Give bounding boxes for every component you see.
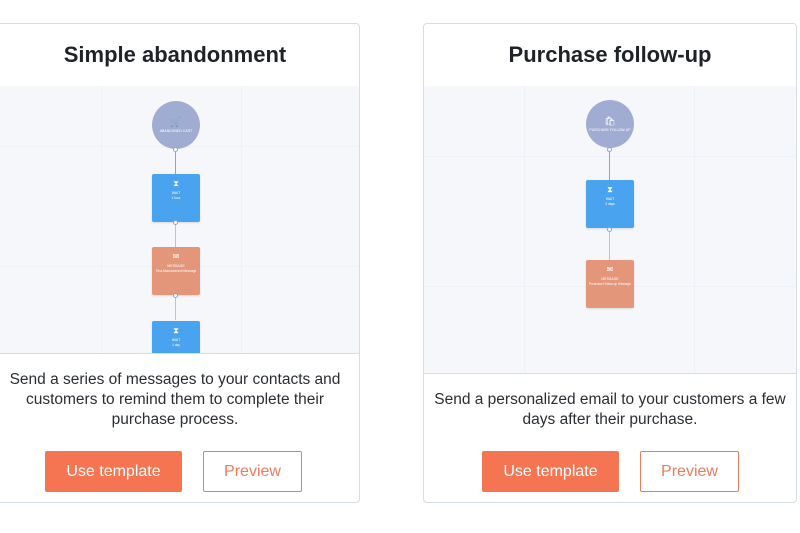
use-template-button[interactable]: Use template [45,451,182,492]
hourglass-icon: ⧗ [607,185,613,194]
connector [175,225,176,247]
template-card-simple-abandonment: Simple abandonment 🛒 ABANDONED CART ⧗ WA… [0,23,360,503]
wait-node: ⧗ WAIT 1 hour [152,174,200,222]
grid-line [241,86,242,353]
hourglass-icon: ⧗ [173,179,179,188]
preview-button[interactable]: Preview [640,451,739,492]
use-template-button[interactable]: Use template [482,451,619,492]
trigger-label: ABANDONED CART [159,128,193,133]
trigger-node: 🛍 PURCHASE FOLLOW-UP [586,100,634,148]
grid-line [101,86,102,353]
grid-line [524,86,525,373]
node-subtitle: Purchase Follow-up Message [589,282,631,286]
card-title: Purchase follow-up [508,42,712,67]
envelope-icon: ✉ [172,252,180,261]
card-description: Send a personalized email to your custom… [434,391,786,428]
wait-node: ⧗ WAIT 3 days [586,180,634,228]
preview-button[interactable]: Preview [203,451,302,492]
message-node: ✉ MESSAGE First Abandonment Message [152,247,200,295]
trigger-label: PURCHASE FOLLOW-UP [589,127,631,132]
connector [609,232,610,260]
grid-line [424,156,796,157]
connector [175,152,176,174]
envelope-icon: ✉ [606,265,614,274]
node-subtitle: First Abandonment Message [155,269,197,273]
node-subtitle: 3 days [605,202,615,206]
node-subtitle: 1 hour [171,196,181,200]
connector [609,152,610,180]
hourglass-icon: ⧗ [173,326,179,335]
wait-node: ⧗ WAIT 1 day [152,321,200,353]
message-node: ✉ MESSAGE Purchase Follow-up Message [586,260,634,308]
card-title: Simple abandonment [63,42,287,67]
connector [175,298,176,320]
template-card-purchase-follow-up: Purchase follow-up 🛍 PURCHASE FOLLOW-UP … [423,23,797,503]
grid-line [694,86,695,373]
card-description: Send a series of messages to your contac… [9,371,341,428]
workflow-preview: 🛍 PURCHASE FOLLOW-UP ⧗ WAIT 3 days ✉ MES… [424,86,796,374]
bag-icon: 🛍 [604,115,616,126]
cart-icon: 🛒 [170,116,182,127]
workflow-preview: 🛒 ABANDONED CART ⧗ WAIT 1 hour ✉ MESSAGE… [0,86,359,354]
trigger-node: 🛒 ABANDONED CART [152,101,200,149]
node-subtitle: 1 day [172,343,180,347]
